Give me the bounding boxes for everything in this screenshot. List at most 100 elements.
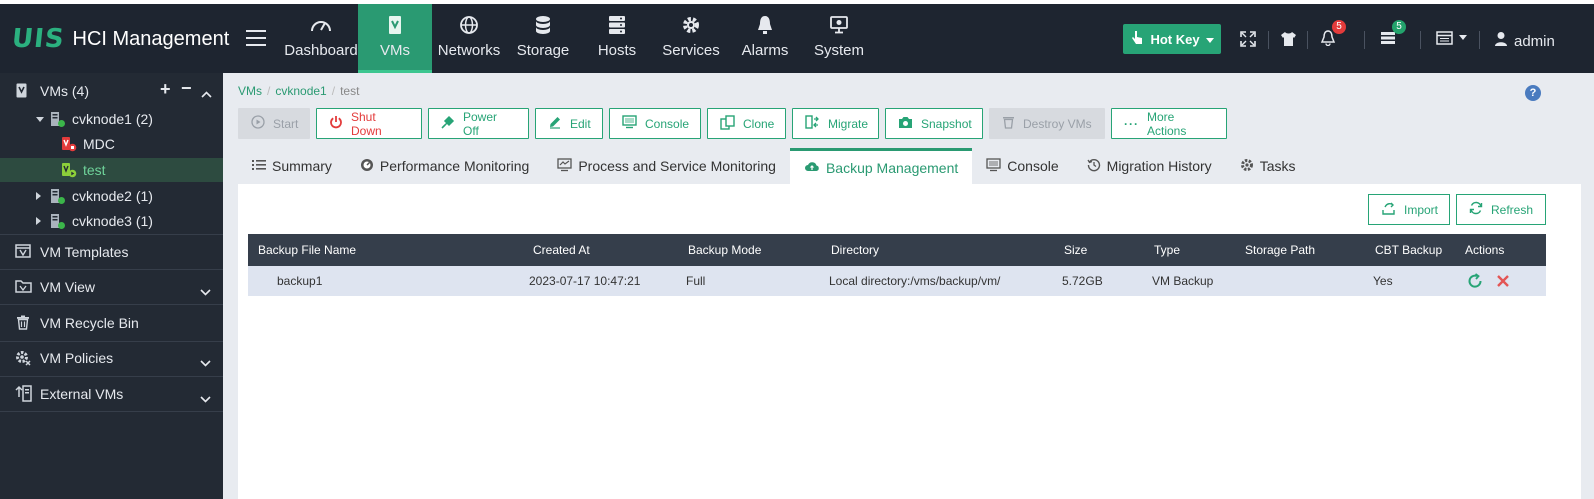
- monitor-icon: [986, 157, 1001, 175]
- globe-icon: [459, 14, 479, 36]
- column-header[interactable]: Size: [1064, 234, 1087, 266]
- nav-label: Storage: [516, 42, 570, 59]
- import-icon: [1381, 201, 1396, 218]
- tree-node-cvknode3[interactable]: cvknode3 (1): [0, 211, 223, 231]
- snapshot-button[interactable]: Snapshot: [885, 108, 983, 139]
- notifications-button[interactable]: 5: [1320, 20, 1346, 52]
- top-bar: UIS HCI Management Dashboard VMs Network…: [0, 4, 1594, 73]
- sidebar-item-external-vms[interactable]: External VMs: [0, 384, 223, 404]
- sidebar-item-label: VM Policies: [40, 350, 114, 366]
- tab-label: Migration History: [1106, 158, 1212, 174]
- nav-networks[interactable]: Networks: [432, 4, 506, 73]
- nav-label: Alarms: [741, 42, 789, 59]
- chevron-down-icon[interactable]: [200, 283, 211, 299]
- shut-down-button[interactable]: Shut Down: [316, 108, 422, 139]
- logo-mark: UIS: [10, 24, 67, 54]
- delete-icon[interactable]: [1496, 266, 1510, 296]
- vm-icon: [16, 83, 27, 101]
- tab-console[interactable]: Console: [972, 148, 1072, 184]
- fullscreen-icon[interactable]: [1240, 26, 1256, 52]
- nav-label: Services: [662, 42, 720, 59]
- breadcrumb-cvknode1[interactable]: cvknode1: [275, 84, 326, 98]
- help-icon[interactable]: ?: [1525, 85, 1541, 101]
- migrate-button[interactable]: Migrate: [792, 108, 879, 139]
- nav-system[interactable]: System: [802, 4, 876, 73]
- column-header[interactable]: Backup File Name: [258, 234, 356, 266]
- app-logo[interactable]: UIS HCI Management: [10, 24, 229, 54]
- nav-services[interactable]: Services: [654, 4, 728, 73]
- console-button[interactable]: Console: [609, 108, 701, 139]
- sidebar-item-label: External VMs: [40, 386, 124, 402]
- host-online-icon: [50, 213, 66, 233]
- vm-running-icon: [61, 162, 77, 181]
- tab-migration-history[interactable]: Migration History: [1073, 148, 1226, 184]
- restore-icon[interactable]: [1467, 266, 1483, 296]
- button-label: Clone: [743, 116, 775, 131]
- external-vm-icon: [15, 385, 32, 405]
- column-header[interactable]: CBT Backup: [1375, 234, 1442, 266]
- hot-key-label: Hot Key: [1150, 31, 1200, 47]
- chevron-up-icon[interactable]: [201, 85, 212, 101]
- nav-vms[interactable]: VMs: [358, 4, 432, 73]
- tree-node-cvknode1[interactable]: cvknode1 (2): [0, 109, 223, 129]
- tree-label: MDC: [83, 136, 115, 152]
- hot-key-button[interactable]: Hot Key: [1123, 24, 1221, 54]
- refresh-button[interactable]: Refresh: [1456, 194, 1546, 225]
- tab-tasks[interactable]: Tasks: [1226, 148, 1310, 184]
- column-header[interactable]: Backup Mode: [688, 234, 761, 266]
- chevron-down-icon[interactable]: [200, 390, 211, 406]
- edit-button[interactable]: Edit: [535, 108, 603, 139]
- gauge-icon: [310, 14, 332, 36]
- tasks-badge: 5: [1392, 20, 1406, 34]
- tree-node-mdc[interactable]: MDC: [0, 134, 223, 154]
- sidebar-item-vm-recycle-bin[interactable]: VM Recycle Bin: [0, 313, 223, 333]
- column-header[interactable]: Created At: [533, 234, 590, 266]
- more-actions-button[interactable]: ··· More Actions: [1111, 108, 1227, 139]
- expand-caret-icon[interactable]: [36, 217, 41, 225]
- import-button[interactable]: Import: [1368, 194, 1450, 225]
- tab-backup-management[interactable]: Backup Management: [789, 148, 973, 184]
- monitor-icon: [622, 115, 637, 132]
- power-off-button[interactable]: Power Off: [428, 108, 529, 139]
- nav-storage[interactable]: Storage: [506, 4, 580, 73]
- expand-caret-icon[interactable]: [36, 192, 41, 200]
- menu-toggle-icon[interactable]: [246, 30, 266, 46]
- nav-alarms[interactable]: Alarms: [728, 4, 802, 73]
- clone-button[interactable]: Clone: [707, 108, 786, 139]
- caret-down-icon: [1205, 37, 1214, 43]
- table-row[interactable]: backup1 2023-07-17 10:47:21 Full Local d…: [248, 266, 1546, 296]
- tree-node-cvknode2[interactable]: cvknode2 (1): [0, 186, 223, 206]
- button-label: Edit: [570, 116, 591, 131]
- user-menu[interactable]: admin: [1494, 31, 1555, 51]
- button-label: Console: [645, 116, 690, 131]
- destroy-vms-button[interactable]: Destroy VMs: [989, 108, 1105, 139]
- tree-node-test-selected[interactable]: test: [0, 158, 223, 182]
- column-header[interactable]: Type: [1154, 234, 1180, 266]
- chevron-down-icon[interactable]: [200, 354, 211, 370]
- nav-hosts[interactable]: Hosts: [580, 4, 654, 73]
- tab-summary[interactable]: Summary: [238, 148, 346, 184]
- tasks-button[interactable]: 5: [1380, 20, 1406, 52]
- notifications-badge: 5: [1332, 20, 1346, 34]
- tab-process-service-monitoring[interactable]: Process and Service Monitoring: [543, 148, 790, 184]
- remove-icon[interactable]: −: [181, 78, 192, 99]
- host-online-icon: [50, 111, 66, 131]
- sidebar-item-vm-templates[interactable]: VM Templates: [0, 242, 223, 262]
- sidebar-vms-header[interactable]: VMs (4) + −: [0, 78, 223, 101]
- tab-performance-monitoring[interactable]: Performance Monitoring: [346, 148, 543, 184]
- sidebar-item-vm-policies[interactable]: VM Policies: [0, 348, 223, 368]
- breadcrumb-vms[interactable]: VMs: [238, 84, 262, 98]
- sidebar-item-vm-view[interactable]: VM View: [0, 277, 223, 297]
- tab-label: Performance Monitoring: [379, 158, 530, 174]
- add-icon[interactable]: +: [160, 79, 171, 100]
- column-header[interactable]: Directory: [831, 234, 879, 266]
- start-button[interactable]: Start: [238, 108, 310, 139]
- expand-caret-icon[interactable]: [36, 117, 44, 122]
- gear-icon: [681, 14, 701, 36]
- skin-shirt-icon[interactable]: [1280, 26, 1297, 52]
- main-nav: Dashboard VMs Networks Storage Hosts Ser…: [284, 4, 876, 73]
- nav-dashboard[interactable]: Dashboard: [284, 4, 358, 73]
- column-header[interactable]: Storage Path: [1245, 234, 1315, 266]
- layout-menu-button[interactable]: [1436, 26, 1467, 52]
- speedometer-icon: [360, 158, 374, 175]
